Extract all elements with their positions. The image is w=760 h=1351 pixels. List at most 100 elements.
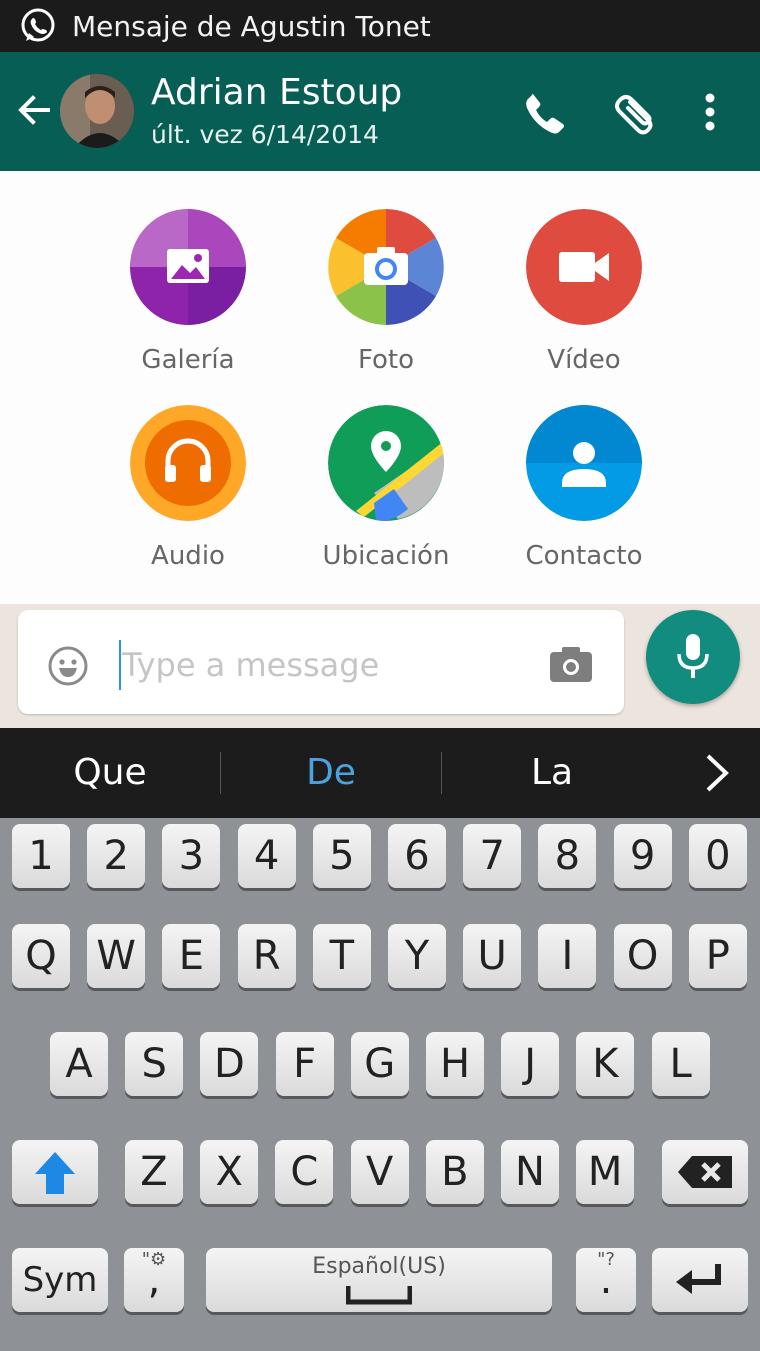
- key-4[interactable]: 4: [237, 824, 296, 888]
- key-label: M: [587, 1149, 623, 1195]
- key-h[interactable]: H: [426, 1032, 484, 1096]
- message-box: [18, 610, 624, 714]
- avatar[interactable]: [60, 74, 134, 148]
- comma-key[interactable]: "⚙ ,: [124, 1248, 184, 1312]
- chevron-right-icon[interactable]: [694, 750, 738, 796]
- key-d[interactable]: D: [200, 1032, 259, 1096]
- attach-video-label: Vídeo: [547, 345, 621, 375]
- map-pin-icon: [328, 405, 444, 521]
- key-label: K: [592, 1041, 619, 1087]
- key-3[interactable]: 3: [162, 824, 221, 888]
- gallery-icon: [130, 209, 246, 325]
- key-label: B: [441, 1149, 469, 1195]
- phone-icon[interactable]: [520, 88, 568, 136]
- key-q[interactable]: Q: [12, 924, 70, 988]
- suggestion-item[interactable]: Que: [0, 728, 220, 818]
- composer-bar: [0, 604, 760, 728]
- camera-icon: [328, 209, 444, 325]
- attach-audio-button[interactable]: Audio: [88, 405, 288, 571]
- key-label: 4: [253, 833, 280, 879]
- key-s[interactable]: S: [125, 1032, 184, 1096]
- key-t[interactable]: T: [312, 924, 371, 988]
- more-vert-icon[interactable]: [686, 88, 734, 136]
- contact-name[interactable]: Adrian Estoup: [151, 72, 402, 113]
- key-m[interactable]: M: [576, 1140, 635, 1204]
- camera-icon[interactable]: [548, 644, 594, 684]
- enter-icon: [676, 1264, 721, 1294]
- key-8[interactable]: 8: [538, 824, 597, 888]
- key-n[interactable]: N: [501, 1140, 559, 1204]
- key-i[interactable]: I: [538, 924, 597, 988]
- key-w[interactable]: W: [87, 924, 146, 988]
- emoji-icon[interactable]: [46, 644, 90, 688]
- attach-contact-label: Contacto: [525, 541, 643, 571]
- key-y[interactable]: Y: [388, 924, 446, 988]
- sym-key[interactable]: Sym: [12, 1248, 108, 1312]
- key-6[interactable]: 6: [388, 824, 446, 888]
- key-label: V: [365, 1149, 394, 1195]
- key-7[interactable]: 7: [463, 824, 522, 888]
- key-5[interactable]: 5: [312, 824, 371, 888]
- key-label: D: [213, 1041, 245, 1087]
- key-label: E: [178, 933, 205, 979]
- key-x[interactable]: X: [200, 1140, 259, 1204]
- key-label: 1: [28, 833, 54, 879]
- key-label: G: [364, 1041, 396, 1087]
- attach-photo-button[interactable]: Foto: [286, 209, 486, 375]
- key-label: 7: [479, 833, 505, 879]
- key-f[interactable]: F: [275, 1032, 334, 1096]
- headphones-icon: [130, 405, 246, 521]
- attach-gallery-button[interactable]: Galería: [88, 209, 288, 375]
- key-p[interactable]: P: [688, 924, 747, 988]
- chat-header: Adrian Estoup últ. vez 6/14/2014: [0, 52, 760, 171]
- key-e[interactable]: E: [162, 924, 221, 988]
- space-key[interactable]: Español(US): [206, 1248, 552, 1312]
- key-label: C: [290, 1149, 319, 1195]
- key-label: 8: [554, 833, 581, 879]
- paperclip-icon[interactable]: [612, 88, 660, 136]
- key-l[interactable]: L: [651, 1032, 710, 1096]
- key-a[interactable]: A: [50, 1032, 108, 1096]
- key-u[interactable]: U: [463, 924, 522, 988]
- key-c[interactable]: C: [275, 1140, 334, 1204]
- person-icon: [526, 405, 642, 521]
- key-label: I: [561, 933, 574, 979]
- key-k[interactable]: K: [576, 1032, 635, 1096]
- attach-video-button[interactable]: Vídeo: [484, 209, 684, 375]
- attach-location-button[interactable]: Ubicación: [286, 405, 486, 571]
- key-b[interactable]: B: [425, 1140, 484, 1204]
- video-camera-icon: [526, 209, 642, 325]
- key-label: R: [252, 933, 281, 979]
- key-g[interactable]: G: [350, 1032, 409, 1096]
- key-label: 6: [404, 833, 430, 879]
- mic-icon: [677, 634, 709, 678]
- key-0[interactable]: 0: [688, 824, 747, 888]
- key-j[interactable]: J: [501, 1032, 560, 1096]
- comma-key-hint: "⚙: [141, 1249, 167, 1270]
- key-v[interactable]: V: [350, 1140, 409, 1204]
- period-key[interactable]: "? .: [576, 1248, 636, 1312]
- space-bar-icon: [346, 1286, 412, 1305]
- suggestion-item[interactable]: La: [442, 728, 662, 818]
- backspace-key[interactable]: [662, 1140, 748, 1204]
- suggestion-item-active[interactable]: De: [221, 728, 441, 818]
- shift-key[interactable]: [12, 1140, 98, 1204]
- mic-button[interactable]: [646, 610, 740, 704]
- key-label: 0: [705, 833, 731, 879]
- attach-contact-button[interactable]: Contacto: [484, 405, 684, 571]
- message-input[interactable]: [122, 640, 542, 690]
- key-label: Y: [404, 933, 430, 979]
- key-2[interactable]: 2: [87, 824, 146, 888]
- key-o[interactable]: O: [613, 924, 672, 988]
- key-r[interactable]: R: [237, 924, 296, 988]
- enter-key[interactable]: [652, 1248, 748, 1312]
- key-label: U: [477, 933, 507, 979]
- key-9[interactable]: 9: [613, 824, 672, 888]
- key-z[interactable]: Z: [125, 1140, 183, 1204]
- key-label: S: [141, 1041, 167, 1087]
- whatsapp-icon: [21, 8, 55, 42]
- key-label: W: [96, 933, 136, 979]
- key-1[interactable]: 1: [12, 824, 70, 888]
- status-bar: Mensaje de Agustin Tonet: [0, 0, 760, 52]
- back-arrow-icon[interactable]: [14, 90, 54, 130]
